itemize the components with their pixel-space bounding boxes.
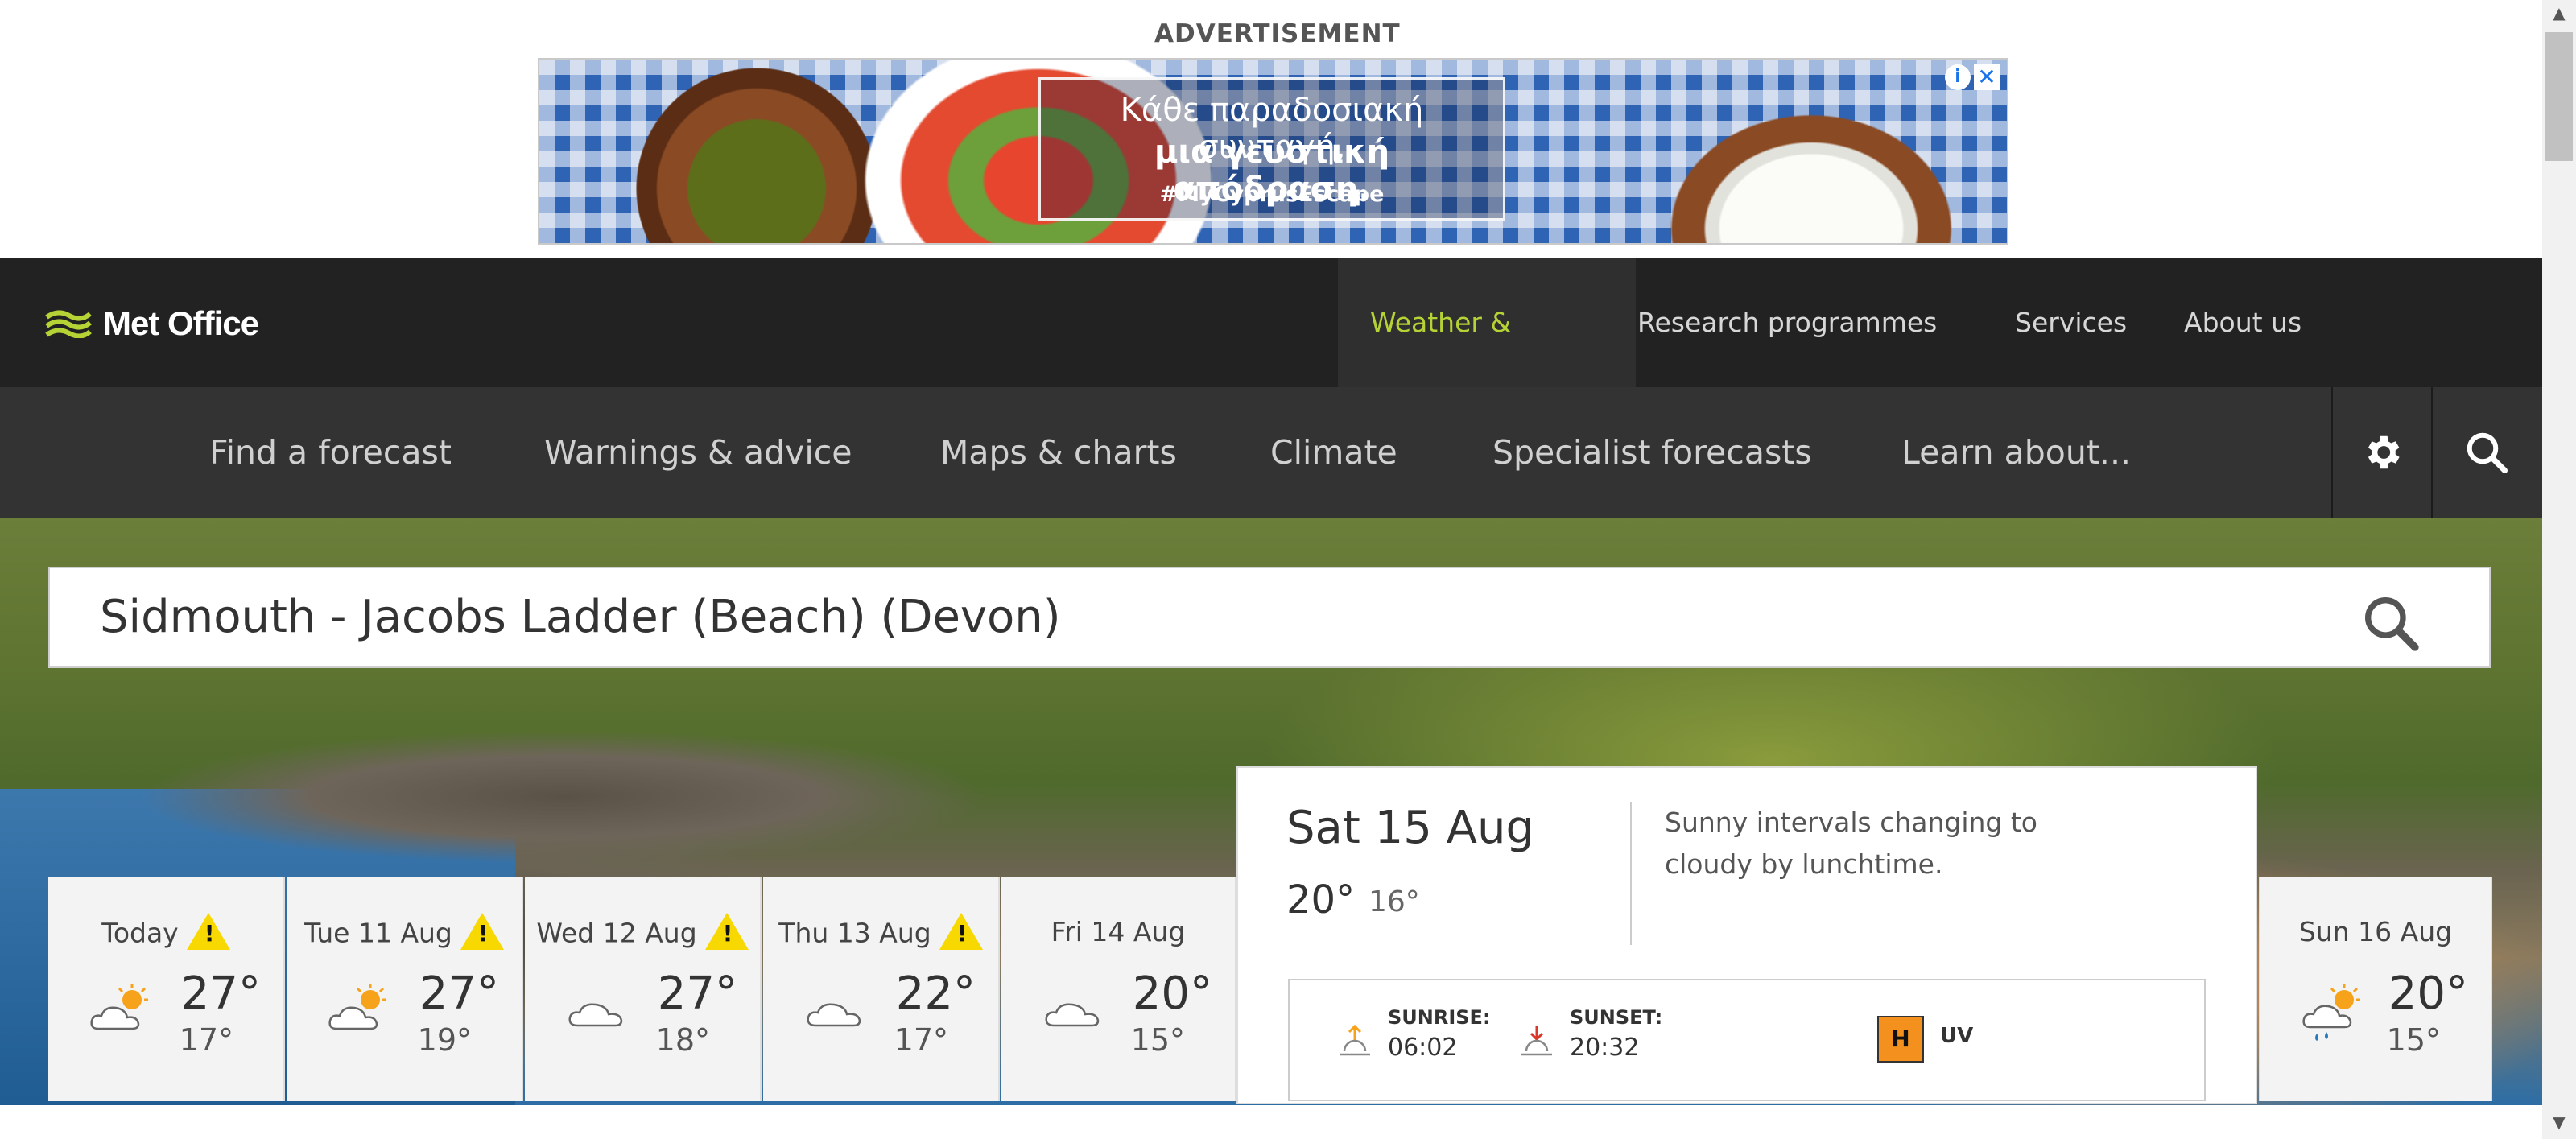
sunrise-icon (1340, 1024, 1370, 1056)
nav-weather-climate[interactable]: Weather & climate (1338, 258, 1636, 467)
day-low-temp: 17° (894, 1022, 948, 1058)
warning-icon[interactable] (186, 913, 230, 950)
day-low-temp: 19° (417, 1022, 472, 1058)
sunset-time: 20:32 (1570, 1034, 1640, 1062)
scrollbar-thumb[interactable] (2545, 32, 2573, 161)
scroll-up-arrow-icon[interactable]: ▲ (2545, 3, 2573, 27)
logo-text: Met Office (103, 304, 259, 342)
gear-icon (2368, 435, 2400, 469)
advertisement-banner[interactable]: Κάθε παραδοσιακή συνταγή, μια γευστική α… (538, 58, 2008, 245)
hero-rocks-area (0, 708, 1208, 885)
advertisement-label: ADVERTISEMENT (1154, 19, 1401, 48)
yogurt-bowl-image (1642, 92, 1980, 243)
detail-divider (1630, 802, 1632, 945)
forecast-day-sun[interactable]: Sun 16 Aug 20° 15° (2259, 877, 2492, 1101)
nav-research-programmes[interactable]: Research programmes (1637, 258, 1937, 387)
cloudy-icon (807, 1003, 861, 1027)
day-high-temp: 27° (180, 968, 261, 1020)
day-label: Sun 16 Aug (2298, 916, 2453, 947)
forecast-day-wed[interactable]: Wed 12 Aug 27° 18° (525, 877, 762, 1101)
day-high-temp: 22° (895, 968, 976, 1020)
met-office-logo[interactable]: Met Office (45, 301, 259, 346)
ad-hashtag: #MyCyprusEscape (1159, 182, 1385, 207)
location-search-icon[interactable] (2359, 591, 2423, 655)
day-low-temp: 15° (2386, 1022, 2441, 1058)
ad-info-icon[interactable]: i (1945, 64, 1971, 90)
top-navigation-bar (0, 258, 2542, 387)
day-label: Tue 11 Aug (304, 917, 452, 949)
sunrise-label: SUNRISE: (1388, 1006, 1491, 1029)
subnav-maps-charts[interactable]: Maps & charts (940, 387, 1177, 518)
cloudy-icon (568, 1003, 623, 1027)
nav-services[interactable]: Services (2015, 258, 2127, 387)
page-bottom-area (0, 1105, 2542, 1139)
day-label: Wed 12 Aug (536, 917, 697, 949)
forecast-day-tue[interactable]: Tue 11 Aug 27° 19° (287, 877, 523, 1101)
settings-button[interactable] (2331, 387, 2433, 518)
day-low-temp: 15° (1130, 1022, 1185, 1058)
day-low-temp: 17° (179, 1022, 233, 1058)
sunny-intervals-icon (90, 984, 148, 1030)
forecast-day-today[interactable]: Today 27° 17° (48, 877, 285, 1101)
selected-day-date: Sat 15 Aug (1286, 802, 1535, 854)
subnav-learn-about[interactable]: Learn about... (1901, 387, 2131, 518)
forecast-day-thu[interactable]: Thu 13 Aug 22° 17° (763, 877, 1000, 1101)
forecast-day-fri[interactable]: Fri 14 Aug 20° 15° (1001, 877, 1236, 1101)
day-high-temp: 27° (419, 968, 499, 1020)
selected-day-low: 16° (1368, 885, 1420, 918)
nav-about-us[interactable]: About us (2184, 258, 2301, 387)
location-name[interactable]: Sidmouth - Jacobs Ladder (Beach) (Devon) (100, 584, 1061, 650)
selected-day-summary: Sunny intervals changing to cloudy by lu… (1665, 807, 2037, 880)
day-high-temp: 27° (657, 968, 737, 1020)
subnav-find-forecast[interactable]: Find a forecast (209, 387, 452, 518)
sunny-intervals-icon (328, 984, 386, 1030)
sunset-label: SUNSET: (1570, 1006, 1663, 1029)
warning-icon[interactable] (939, 913, 983, 950)
uv-level-badge[interactable]: H (1877, 1016, 1924, 1063)
header-search-button[interactable] (2431, 387, 2542, 518)
light-rain-sun-icon (2302, 984, 2360, 1041)
search-icon (2467, 432, 2508, 473)
subnav-warnings-advice[interactable]: Warnings & advice (544, 387, 852, 518)
sunrise-time: 06:02 (1388, 1034, 1458, 1062)
subnav-climate[interactable]: Climate (1270, 387, 1397, 518)
selected-day-high: 20° (1286, 877, 1356, 922)
scroll-down-arrow-icon[interactable]: ▼ (2545, 1112, 2573, 1137)
cloudy-icon (1045, 1003, 1100, 1027)
day-high-temp: 20° (1132, 968, 1212, 1020)
day-label: Thu 13 Aug (778, 917, 931, 949)
day-label: Fri 14 Aug (1051, 916, 1186, 947)
warning-icon[interactable] (460, 913, 504, 950)
warning-icon[interactable] (704, 913, 749, 950)
ad-close-icon[interactable]: ✕ (1974, 64, 2000, 90)
sunset-icon (1521, 1026, 1552, 1056)
vertical-scrollbar[interactable] (2542, 0, 2576, 1139)
met-office-waves-icon (45, 310, 92, 338)
subnav-specialist-forecasts[interactable]: Specialist forecasts (1492, 387, 1812, 518)
day-low-temp: 18° (655, 1022, 710, 1058)
day-high-temp: 20° (2388, 968, 2468, 1020)
uv-label: UV (1940, 1024, 1974, 1048)
day-label: Today (101, 917, 179, 949)
